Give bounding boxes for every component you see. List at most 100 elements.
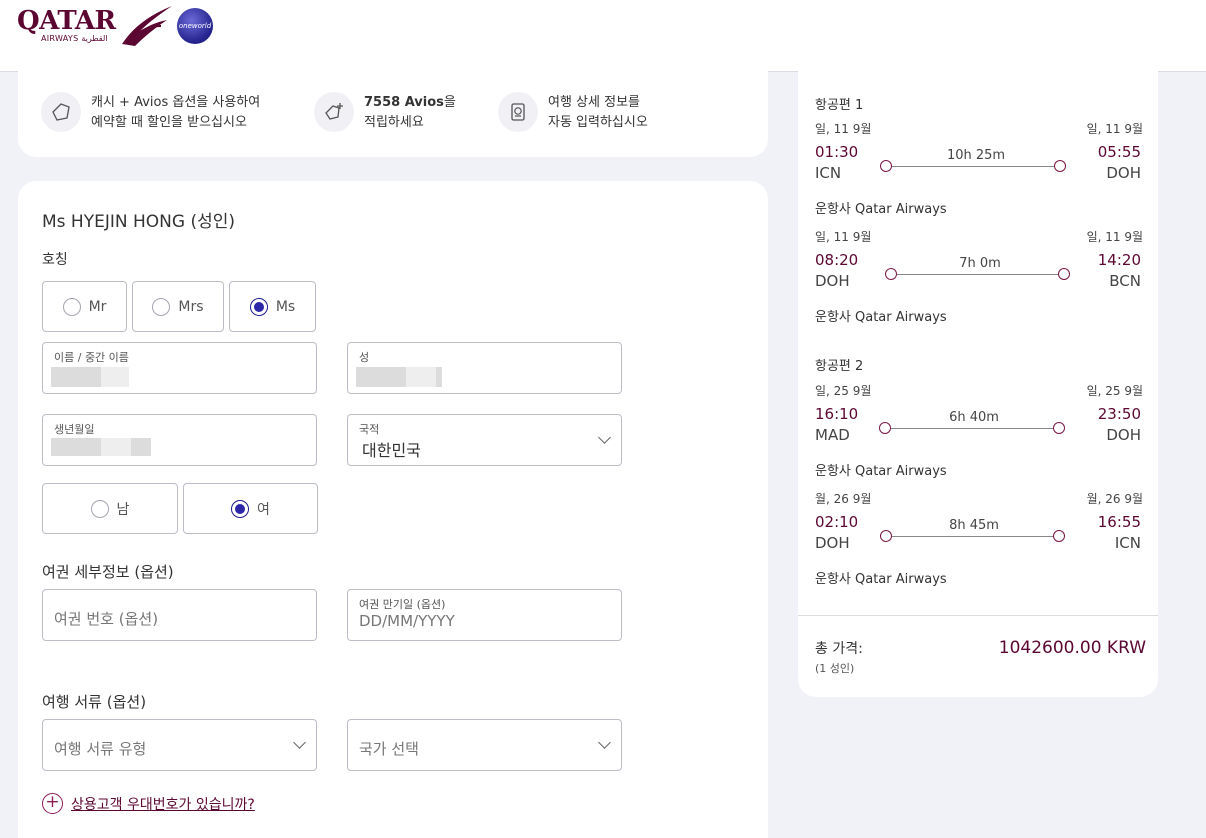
radio-unchecked-icon: [62, 297, 81, 316]
origin-dot-icon: [880, 160, 892, 172]
leg-route-line: [892, 166, 1056, 167]
title-radio-mrs[interactable]: Mrs: [132, 281, 224, 332]
promo-line: 적립하세요: [364, 115, 424, 130]
chevron-down-icon: [598, 736, 611, 749]
leg-dep-date: 일, 11 9월: [815, 230, 872, 244]
leg-arr-code: DOH: [1106, 426, 1141, 444]
tag-icon: [41, 92, 81, 132]
gender-option-label: 남: [116, 501, 130, 518]
leg-duration: 7h 0m: [959, 256, 1001, 271]
total-price-value: 1042600.00 KRW: [998, 638, 1146, 658]
last-name-label: 성: [359, 351, 370, 364]
document-country-select[interactable]: 국가 선택: [347, 719, 622, 771]
leg-dep-date: 일, 25 9월: [815, 384, 872, 398]
leg-operator: 운항사 Qatar Airways: [815, 572, 947, 587]
leg-arr-date: 월, 26 9월: [1086, 492, 1143, 506]
gender-radio-female[interactable]: 여: [183, 483, 318, 534]
frequent-flyer-link[interactable]: + 상용고객 우대번호가 있습니까?: [42, 793, 255, 814]
title-option-label: Mrs: [178, 298, 204, 315]
leg-dep-time: 02:10: [815, 513, 859, 531]
leg-arr-date: 일, 11 9월: [1086, 122, 1143, 136]
logo-text: QATAR: [17, 6, 116, 36]
passport-number-field[interactable]: 여권 번호 (옵션): [42, 589, 317, 641]
leg-dep-code: DOH: [815, 534, 850, 552]
origin-dot-icon: [880, 530, 892, 542]
promo-autofill: 여행 상세 정보를 자동 입력하십시오: [498, 92, 648, 133]
leg-dep-time: 01:30: [815, 143, 859, 161]
title-label: 호칭: [42, 252, 68, 268]
leg-duration: 10h 25m: [946, 148, 1006, 163]
passport-expiry-placeholder: DD/MM/YYYY: [359, 612, 455, 630]
passport-expiry-field[interactable]: 여권 만기일 (옵션) DD/MM/YYYY: [347, 589, 622, 641]
leg-arr-date: 일, 11 9월: [1086, 230, 1143, 244]
title-radio-mr[interactable]: Mr: [42, 281, 127, 332]
passport-icon: [498, 92, 538, 132]
dob-field[interactable]: 생년월일: [42, 414, 317, 466]
leg-arr-code: DOH: [1106, 164, 1141, 182]
document-type-select[interactable]: 여행 서류 유형: [42, 719, 317, 771]
first-name-label: 이름 / 중간 이름: [54, 351, 129, 364]
qatar-airways-logo[interactable]: QATAR AIRWAYS القطرية: [17, 6, 172, 46]
title-radio-ms[interactable]: Ms: [229, 281, 316, 332]
promo-cash-avios: 캐시 + Avios 옵션을 사용하여 예약할 때 할인을 받으십시오: [41, 92, 260, 133]
nationality-label: 국적: [359, 423, 380, 436]
passport-expiry-label: 여권 만기일 (옵션): [359, 598, 446, 611]
origin-dot-icon: [879, 422, 891, 434]
promo-line: 예약할 때 할인을 받으십시오: [91, 115, 247, 130]
redacted-value: [51, 438, 151, 456]
destination-dot-icon: [1053, 530, 1065, 542]
plus-icon: +: [42, 793, 63, 814]
destination-dot-icon: [1053, 422, 1065, 434]
flight-summary-card: 항공편 1 일, 11 9월 일, 11 9월 01:30 05:55 ICN …: [798, 60, 1158, 697]
promo-line: 캐시 + Avios 옵션을 사용하여: [91, 95, 261, 110]
passenger-name-title: Ms HYEJIN HONG (성인): [42, 212, 235, 232]
leg-dep-code: ICN: [815, 164, 842, 182]
gender-option-label: 여: [257, 501, 270, 518]
leg-dep-date: 일, 11 9월: [815, 122, 872, 136]
flight-heading: 항공편 1: [815, 98, 864, 113]
flight-heading: 항공편 2: [815, 359, 864, 374]
leg-arr-time: 23:50: [1097, 405, 1141, 423]
total-price-label: 총 가격:: [815, 641, 863, 657]
leg-dep-time: 16:10: [815, 405, 859, 423]
title-option-label: Mr: [88, 298, 107, 315]
destination-dot-icon: [1058, 268, 1070, 280]
oneworld-logo: oneworld: [177, 8, 213, 44]
leg-route-line: [897, 274, 1061, 275]
promo-line: 을: [443, 95, 456, 110]
passport-number-placeholder: 여권 번호 (옵션): [54, 610, 159, 628]
chevron-down-icon: [293, 736, 306, 749]
leg-dep-time: 08:20: [815, 251, 859, 269]
nationality-select[interactable]: 국적 대한민국: [347, 414, 622, 466]
total-passengers: (1 성인): [815, 662, 855, 675]
leg-route-line: [892, 536, 1056, 537]
title-option-label: Ms: [275, 298, 296, 315]
passenger-form-card: Ms HYEJIN HONG (성인) 호칭 Mr Mrs Ms 이름 / 중간…: [18, 181, 768, 838]
passport-section-title: 여권 세부정보 (옵션): [42, 563, 174, 581]
chevron-down-icon: [598, 431, 611, 444]
radio-checked-icon: [249, 297, 268, 316]
redacted-value: [51, 367, 129, 387]
last-name-field[interactable]: 성: [347, 342, 622, 394]
leg-arr-code: BCN: [1109, 272, 1141, 290]
promo-avios-amount: 7558 Avios: [364, 95, 444, 110]
first-name-field[interactable]: 이름 / 중간 이름: [42, 342, 317, 394]
leg-dep-date: 월, 26 9월: [815, 492, 872, 506]
oryx-icon: [122, 6, 172, 46]
origin-dot-icon: [885, 268, 897, 280]
leg-route-line: [891, 428, 1055, 429]
leg-arr-time: 14:20: [1097, 251, 1141, 269]
leg-operator: 운항사 Qatar Airways: [815, 464, 947, 479]
leg-operator: 운항사 Qatar Airways: [815, 310, 947, 325]
document-type-placeholder: 여행 서류 유형: [54, 740, 147, 758]
leg-dep-code: MAD: [815, 426, 850, 444]
leg-duration: 8h 45m: [949, 518, 999, 533]
promo-line: 여행 상세 정보를: [548, 95, 640, 110]
destination-dot-icon: [1054, 160, 1066, 172]
promo-card: 캐시 + Avios 옵션을 사용하여 예약할 때 할인을 받으십시오 7558…: [18, 60, 768, 157]
nationality-value: 대한민국: [362, 441, 421, 460]
gender-radio-male[interactable]: 남: [42, 483, 178, 534]
promo-line: 자동 입력하십시오: [548, 115, 648, 130]
leg-arr-time: 05:55: [1097, 143, 1141, 161]
dob-label: 생년월일: [54, 423, 95, 436]
